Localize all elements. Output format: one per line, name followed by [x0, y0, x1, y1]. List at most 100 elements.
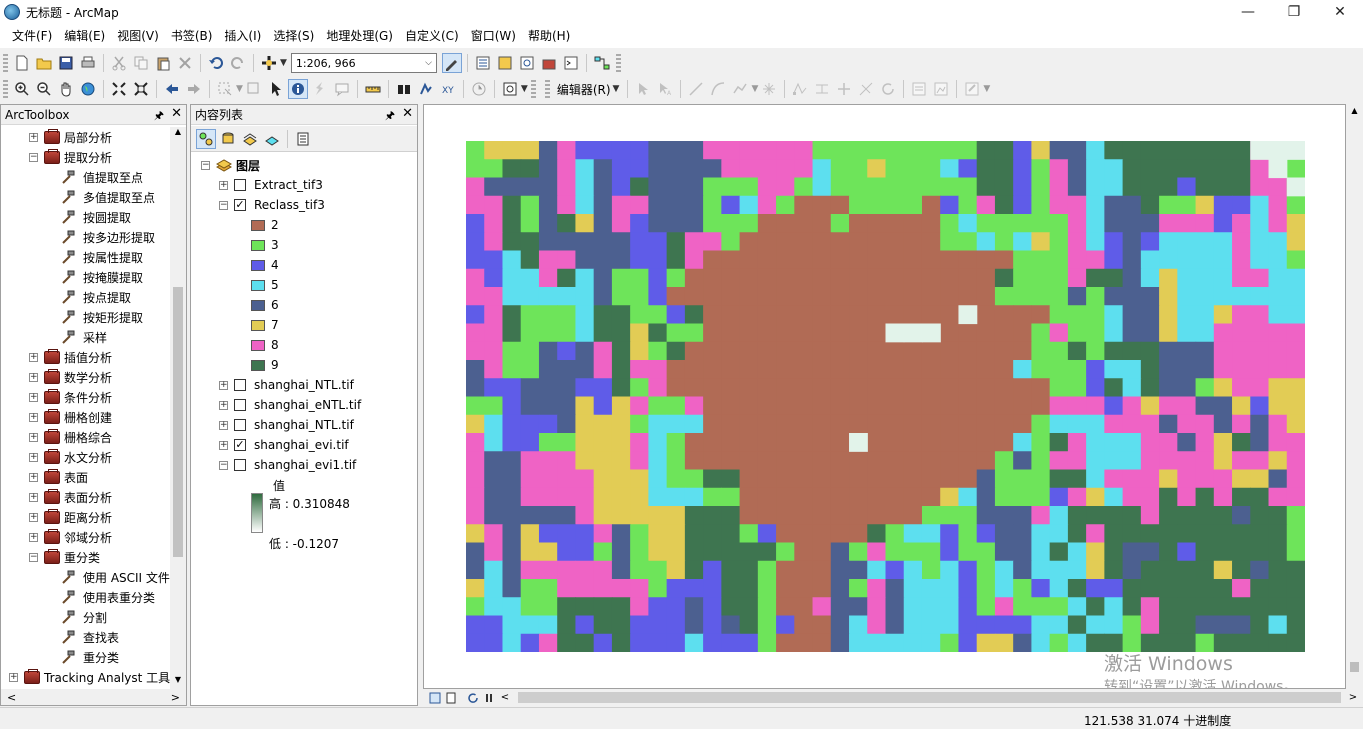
tool-item[interactable]: 查找表 [61, 627, 119, 647]
map-scale-select[interactable]: 1:206, 966 ⌵ [290, 53, 437, 73]
add-data-dropdown-icon[interactable]: ▼ [280, 58, 287, 68]
expand-toggle[interactable]: + [29, 512, 38, 522]
data-view-icon[interactable] [427, 690, 443, 706]
toolset-item[interactable]: + 栅格创建 [29, 407, 112, 427]
toolset-item[interactable]: + 距离分析 [29, 507, 112, 527]
toolset-item[interactable]: + 栅格综合 [29, 427, 112, 447]
menu-windows[interactable]: 窗口(W) [465, 24, 522, 48]
tool-item[interactable]: 使用表重分类 [61, 587, 155, 607]
straight-segment-icon[interactable] [686, 79, 706, 99]
expand-toggle[interactable]: + [29, 472, 38, 482]
toolset-item[interactable]: + 插值分析 [29, 347, 112, 367]
toc-layer-row[interactable]: + ✓ shanghai_evi.tif [219, 435, 349, 455]
tool-item[interactable]: 按点提取 [61, 287, 131, 307]
sketch-properties-icon[interactable] [931, 79, 951, 99]
search-window-icon[interactable] [517, 53, 537, 73]
tool-item[interactable]: 分割 [61, 607, 107, 627]
hyperlink-icon[interactable] [310, 79, 330, 99]
find-route-icon[interactable] [416, 79, 436, 99]
trace-icon[interactable] [730, 79, 750, 99]
legend-color-swatch[interactable] [251, 319, 265, 331]
list-by-drawing-order-icon[interactable] [196, 128, 216, 149]
toolbar-grip[interactable] [3, 54, 8, 72]
legend-color-swatch[interactable] [251, 259, 265, 271]
legend-color-swatch[interactable] [251, 339, 265, 351]
cut-icon[interactable] [109, 53, 129, 73]
legend-color-swatch[interactable] [251, 279, 265, 291]
scroll-left-arrow-icon[interactable]: < [7, 691, 16, 704]
pin-icon[interactable]: 🖈 [385, 107, 395, 126]
close-panel-button[interactable]: ✕ [402, 106, 413, 121]
scroll-right-arrow-icon[interactable]: > [1345, 690, 1361, 706]
toolset-item[interactable]: + 邻域分析 [29, 527, 112, 547]
tool-item[interactable]: 按矩形提取 [61, 307, 143, 327]
scrollbar-thumb[interactable] [173, 287, 183, 557]
edit-annotation-icon[interactable]: A [655, 79, 675, 99]
select-elements-icon[interactable] [266, 79, 286, 99]
scroll-up-arrow-icon[interactable]: ▲ [170, 127, 186, 141]
menu-edit[interactable]: 编辑(E) [58, 24, 111, 48]
html-popup-icon[interactable] [332, 79, 352, 99]
pause-drawing-icon[interactable] [481, 690, 497, 706]
list-by-source-icon[interactable] [218, 129, 238, 149]
legend-color-swatch[interactable] [251, 219, 265, 231]
menu-insert[interactable]: 插入(I) [218, 24, 267, 48]
tool-item[interactable]: 采样 [61, 327, 107, 347]
tool-item[interactable]: 值提取至点 [61, 167, 143, 187]
python-window-icon[interactable] [561, 53, 581, 73]
layer-visibility-checkbox[interactable] [234, 379, 246, 391]
reshape-icon[interactable] [812, 79, 832, 99]
scroll-down-arrow-icon[interactable]: ▼ [170, 675, 186, 689]
zoom-in-icon[interactable] [12, 79, 32, 99]
toolbar-grip[interactable] [615, 54, 621, 72]
layout-view-icon[interactable] [443, 690, 459, 706]
toc-layer-row[interactable]: + shanghai_NTL.tif [219, 415, 354, 435]
toolset-item[interactable]: + 水文分析 [29, 447, 112, 467]
toolset-item[interactable]: + 表面分析 [29, 487, 112, 507]
menu-selection[interactable]: 选择(S) [267, 24, 320, 48]
legend-color-swatch[interactable] [251, 239, 265, 251]
layer-visibility-checkbox[interactable] [234, 399, 246, 411]
edit-vertices-icon[interactable] [790, 79, 810, 99]
layer-visibility-checkbox[interactable] [234, 419, 246, 431]
tool-item[interactable]: 按掩膜提取 [61, 267, 143, 287]
legend-class-row[interactable]: 6 [251, 295, 279, 315]
layer-visibility-checkbox[interactable] [234, 459, 246, 471]
go-to-xy-icon[interactable]: XY [438, 79, 458, 99]
toc-layer-row[interactable]: − shanghai_evi1.tif [219, 455, 356, 475]
copy-icon[interactable] [131, 53, 151, 73]
tool-item[interactable]: 按属性提取 [61, 247, 143, 267]
restore-button[interactable]: ❐ [1271, 0, 1317, 24]
expand-toggle[interactable]: + [29, 452, 38, 462]
toolbox-vertical-scrollbar[interactable]: ▲ ▼ [170, 127, 186, 689]
open-folder-icon[interactable] [34, 53, 54, 73]
toc-layer-row[interactable]: + shanghai_NTL.tif [219, 375, 354, 395]
toolset-item[interactable]: + 数学分析 [29, 367, 112, 387]
expand-toggle[interactable]: + [29, 132, 38, 142]
menu-help[interactable]: 帮助(H) [522, 24, 576, 48]
rotate-icon[interactable] [878, 79, 898, 99]
minimize-button[interactable]: — [1225, 0, 1271, 24]
toc-layer-row[interactable]: + shanghai_eNTL.tif [219, 395, 361, 415]
horizontal-scroll-track[interactable] [518, 692, 1341, 703]
catalog-icon[interactable] [495, 53, 515, 73]
toolset-item[interactable]: + 表面 [29, 467, 88, 487]
attributes-icon[interactable] [909, 79, 929, 99]
layer-visibility-checkbox[interactable] [234, 179, 246, 191]
chevron-down-icon[interactable]: ▼ [521, 84, 528, 94]
expand-toggle[interactable]: + [219, 380, 228, 390]
edit-tool-icon[interactable] [633, 79, 653, 99]
table-of-contents-icon[interactable] [473, 53, 493, 73]
cut-polygons-icon[interactable] [834, 79, 854, 99]
expand-toggle[interactable]: + [29, 392, 38, 402]
scrollbar-thumb[interactable] [1350, 662, 1359, 672]
legend-class-row[interactable]: 4 [251, 255, 279, 275]
tool-item[interactable]: 按圆提取 [61, 207, 131, 227]
expand-toggle[interactable]: + [29, 492, 38, 502]
expand-toggle[interactable]: + [9, 672, 18, 682]
toolset-item[interactable]: + 局部分析 [29, 127, 112, 147]
menu-geoprocessing[interactable]: 地理处理(G) [320, 24, 399, 48]
expand-toggle[interactable]: + [29, 432, 38, 442]
create-viewer-window-icon[interactable] [500, 79, 520, 99]
toolbar-grip[interactable] [530, 80, 536, 98]
